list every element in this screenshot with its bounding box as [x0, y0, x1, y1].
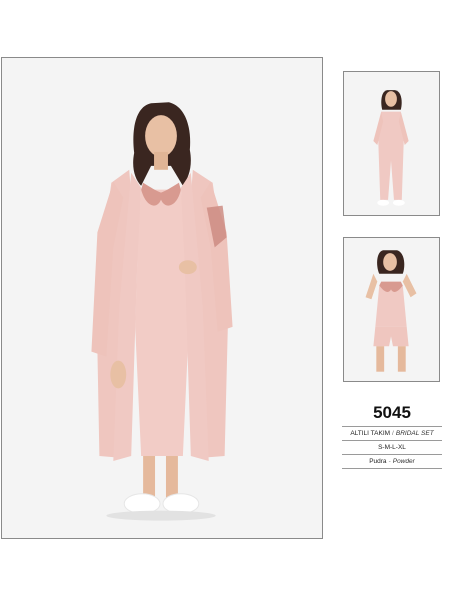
main-product-photo[interactable] — [1, 57, 323, 539]
thumbnail-camisole-shorts[interactable] — [343, 237, 440, 382]
color-name-en: Powder — [392, 458, 415, 465]
set-name-line: ALTILI TAKIM / BRIDAL SET — [340, 427, 444, 440]
model-pajama-image — [344, 72, 439, 215]
set-name: ALTILI TAKIM — [350, 430, 391, 437]
divider — [342, 468, 442, 469]
model-robe-nightgown-image — [2, 58, 322, 538]
color-line: Pudra - Powder — [340, 455, 444, 468]
thumbnail-pajama-set[interactable] — [343, 71, 440, 216]
set-name-en: BRIDAL SET — [395, 430, 434, 437]
sizes: S-M-L-XL — [378, 444, 406, 451]
product-info: 5045 ALTILI TAKIM / BRIDAL SET S-M-L-XL Pu… — [340, 392, 444, 469]
color-name: Pudra — [369, 458, 387, 465]
model-camisole-shorts-image — [344, 238, 439, 381]
product-code: 5045 — [373, 403, 411, 422]
